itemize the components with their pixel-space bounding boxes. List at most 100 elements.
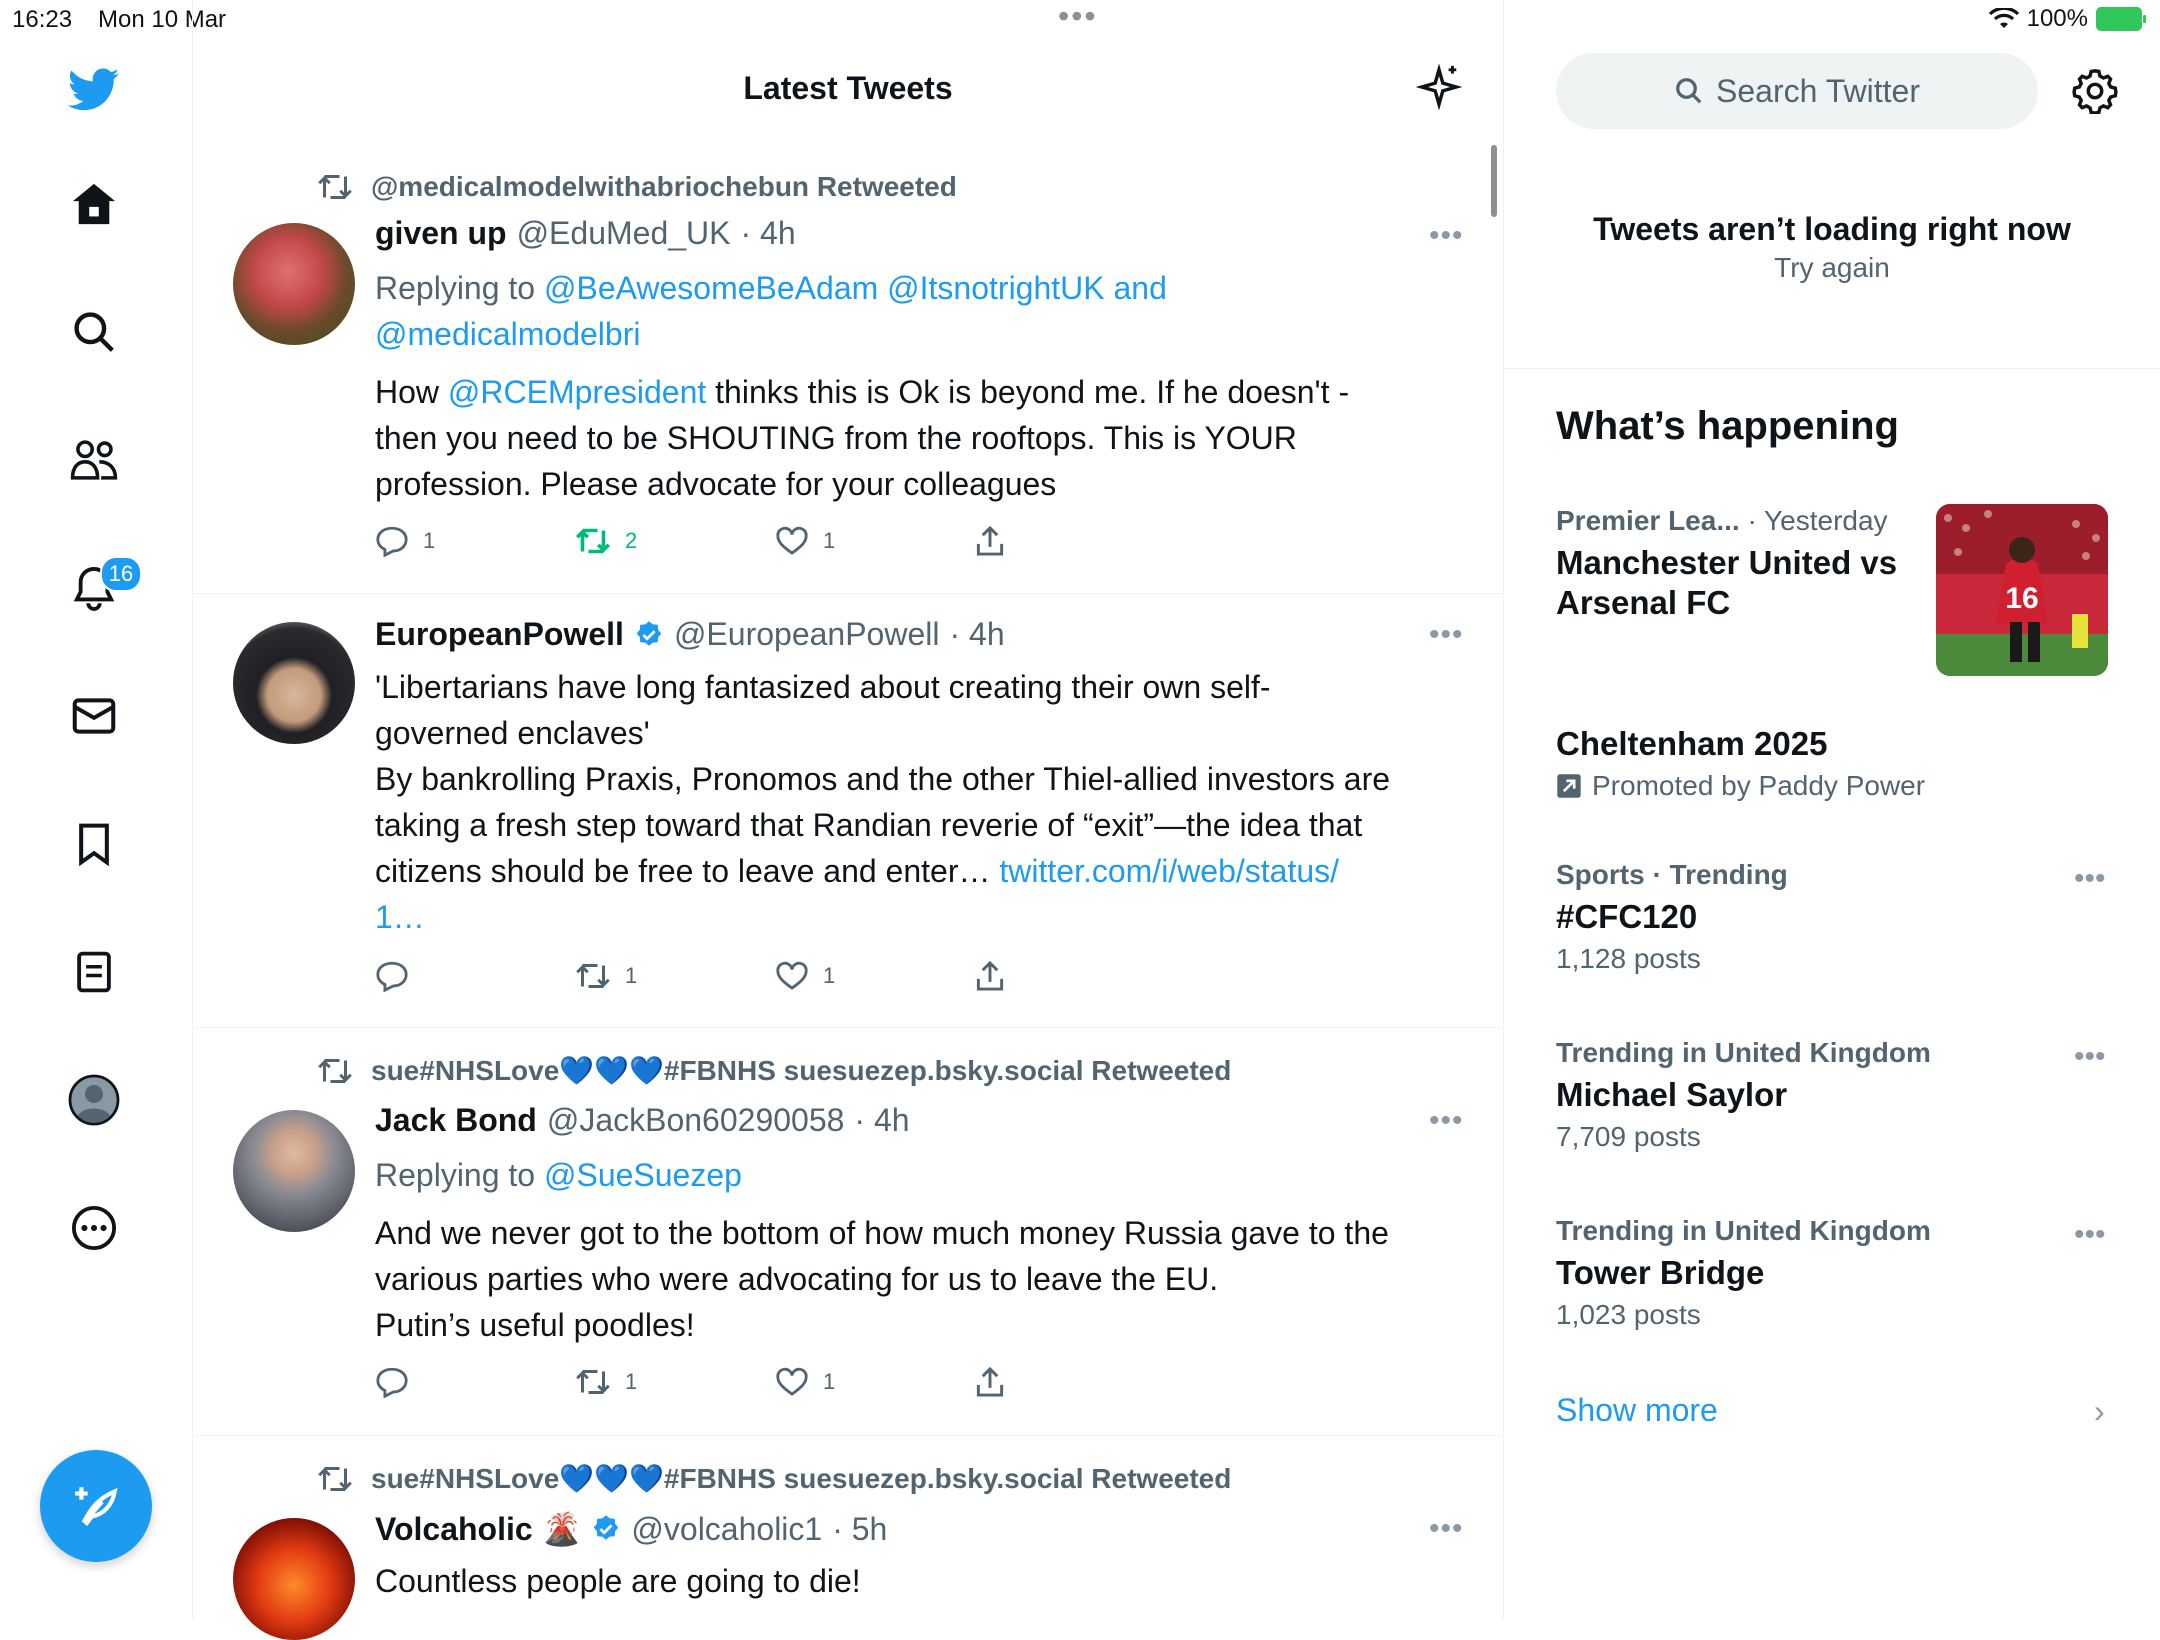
author-name[interactable]: given up (375, 215, 507, 252)
tweet-text: 'Libertarians have long fantasized about… (375, 669, 1391, 935)
tweet-text: Countless people are going to die! (375, 1563, 861, 1599)
search-input[interactable]: Search Twitter (1556, 53, 2038, 129)
reply-icon (376, 961, 408, 992)
lists-icon[interactable] (66, 944, 122, 1000)
reply-button[interactable] (375, 960, 575, 992)
error-title: Tweets aren’t loading right now (1593, 211, 2071, 247)
reply-context: Replying to @SueSuezep (375, 1157, 742, 1193)
messages-icon[interactable] (66, 688, 122, 744)
profile-avatar-icon[interactable] (66, 1072, 122, 1128)
reply-icon (376, 526, 408, 557)
tweet-link[interactable]: twitter.com/i/web/status/ (999, 853, 1339, 889)
like-button[interactable]: 1 (775, 1366, 975, 1398)
reply-icon (376, 1367, 408, 1398)
like-button[interactable]: 1 (775, 960, 975, 992)
avatar[interactable] (233, 1110, 355, 1232)
trend-item[interactable]: Sports · Trending #CFC120 1,128 posts (1556, 859, 2116, 975)
retweet-icon (575, 528, 611, 554)
verified-badge-icon (636, 620, 662, 646)
trend-image[interactable]: 16 (1936, 504, 2108, 676)
retweet-icon (318, 1058, 352, 1083)
share-button[interactable] (975, 1366, 1175, 1398)
reply-mentions[interactable]: @BeAwesomeBeAdam @ItsnotrightUK and (544, 270, 1167, 306)
show-more-link[interactable]: Show more (1556, 1392, 1718, 1429)
left-navigation: 16 (0, 0, 193, 1620)
retweet-button[interactable]: 1 (575, 1366, 775, 1398)
tweet[interactable]: EuropeanPowell @EuropeanPowell · 4h ••• … (193, 594, 1503, 1028)
tweet-more-button[interactable]: ••• (1429, 219, 1464, 253)
author-handle[interactable]: @EduMed_UK (517, 215, 731, 252)
promoted-icon (1557, 774, 1581, 798)
mention-link[interactable]: @RCEMpresident (448, 374, 706, 410)
notifications-badge: 16 (100, 556, 142, 592)
tweet[interactable]: sue#NHSLove💙💙💙#FBNHS suesuezep.bsky.soci… (193, 1028, 1503, 1436)
author-name[interactable]: Jack Bond (375, 1102, 537, 1139)
tweet-more-button[interactable]: ••• (1429, 1512, 1464, 1546)
heart-icon (776, 961, 808, 990)
chevron-right-icon: › (2094, 1393, 2105, 1429)
share-icon (976, 960, 1004, 991)
tweet[interactable]: @medicalmodelwithabriochebun Retweeted g… (193, 155, 1503, 594)
avatar[interactable] (233, 1518, 355, 1640)
search-icon (1676, 78, 1702, 104)
search-icon[interactable] (66, 304, 122, 360)
heart-icon (776, 1367, 808, 1396)
author-handle[interactable]: @volcaholic1 (631, 1511, 822, 1548)
whats-happening-title: What’s happening (1556, 404, 1899, 448)
tweet-time: · 5h (832, 1510, 888, 1547)
author-name[interactable]: EuropeanPowell (375, 616, 624, 653)
tweet-time: · 4h (854, 1102, 910, 1138)
trend-more-button[interactable]: ••• (2074, 1040, 2106, 1074)
home-icon[interactable] (66, 176, 122, 232)
share-icon (976, 525, 1004, 556)
tweet-text: And we never got to the bottom of how mu… (375, 1215, 1389, 1343)
try-again-button[interactable]: Try again (1504, 252, 2160, 284)
sidebar-right: Search Twitter Tweets aren’t loading rig… (1504, 0, 2160, 1620)
author-handle[interactable]: @JackBon60290058 (547, 1102, 845, 1139)
tweet-time: · 4h (740, 215, 796, 251)
tweet[interactable]: sue#NHSLove💙💙💙#FBNHS suesuezep.bsky.soci… (193, 1436, 1503, 1640)
more-icon[interactable] (66, 1200, 122, 1256)
search-placeholder: Search Twitter (1716, 72, 1920, 109)
avatar[interactable] (233, 622, 355, 744)
avatar[interactable] (233, 223, 355, 345)
retweet-icon (576, 1370, 610, 1394)
retweet-button[interactable]: 2 (575, 525, 775, 557)
communities-icon[interactable] (66, 432, 122, 488)
heart-icon (776, 526, 808, 555)
reply-button[interactable]: 1 (375, 525, 575, 557)
like-button[interactable]: 1 (775, 525, 975, 557)
author-handle[interactable]: @EuropeanPowell (674, 616, 940, 653)
trend-item[interactable]: Trending in United Kingdom Tower Bridge … (1556, 1215, 2116, 1331)
promoted-trend-item[interactable]: Cheltenham 2025 Promoted by Paddy Power (1556, 724, 2116, 802)
timeline: Latest Tweets @medicalmodelwithabriocheb… (193, 0, 1504, 1640)
retweet-context: @medicalmodelwithabriochebun Retweeted (317, 171, 957, 203)
sparkle-icon[interactable] (1415, 63, 1463, 115)
reply-button[interactable] (375, 1366, 575, 1398)
retweet-context: sue#NHSLove💙💙💙#FBNHS suesuezep.bsky.soci… (317, 1054, 1231, 1087)
bookmarks-icon[interactable] (66, 816, 122, 872)
jersey-number: 16 (2005, 582, 2038, 615)
share-icon (976, 1366, 1004, 1397)
share-button[interactable] (975, 525, 1175, 557)
trend-more-button[interactable]: ••• (2074, 1218, 2106, 1252)
tweet-time: · 4h (949, 616, 1005, 652)
compose-icon (75, 1487, 118, 1526)
retweet-icon (576, 964, 610, 988)
compose-tweet-button[interactable] (40, 1450, 152, 1562)
trend-more-button[interactable]: ••• (2074, 862, 2106, 896)
twitter-logo-icon[interactable] (66, 62, 122, 118)
trend-item[interactable]: Trending in United Kingdom Michael Saylo… (1556, 1037, 2116, 1153)
tweet-link-continued[interactable]: 1… (375, 899, 425, 935)
reply-mention[interactable]: @SueSuezep (544, 1157, 742, 1193)
page-title: Latest Tweets (743, 70, 953, 106)
gear-icon[interactable] (2072, 68, 2118, 119)
tweet-more-button[interactable]: ••• (1429, 1104, 1464, 1138)
tweet-more-button[interactable]: ••• (1429, 618, 1464, 652)
retweet-button[interactable]: 1 (575, 960, 775, 992)
share-button[interactable] (975, 960, 1175, 992)
divider (1504, 368, 2160, 369)
retweet-context: sue#NHSLove💙💙💙#FBNHS suesuezep.bsky.soci… (317, 1462, 1231, 1495)
reply-mention[interactable]: @medicalmodelbri (375, 316, 640, 352)
author-name[interactable]: Volcaholic 🌋 (375, 1510, 581, 1548)
